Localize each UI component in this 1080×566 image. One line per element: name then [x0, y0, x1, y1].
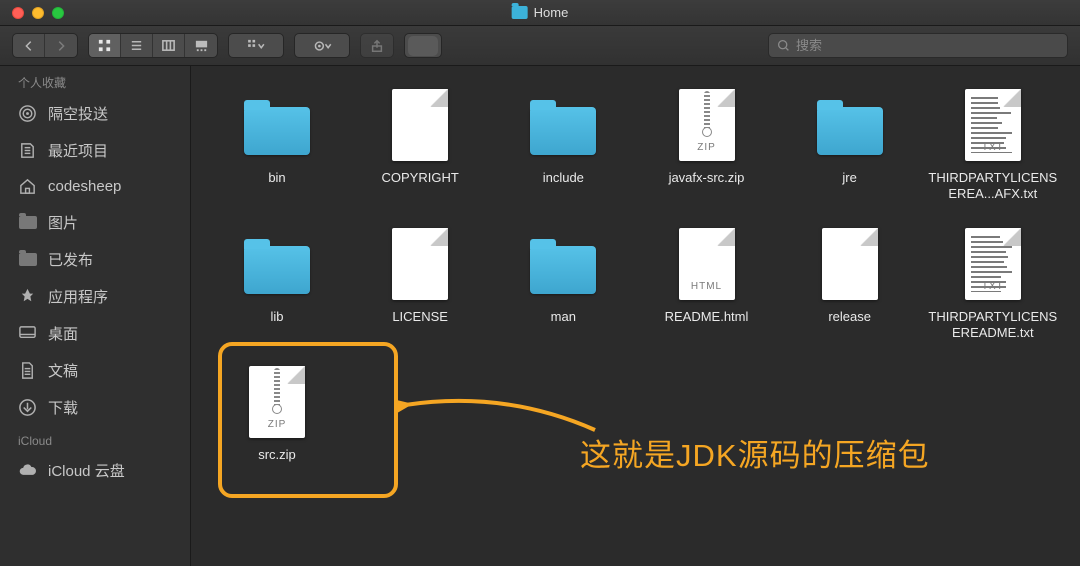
view-list-button[interactable] [121, 34, 153, 57]
downloads-icon [18, 398, 37, 417]
file-label: README.html [665, 309, 749, 325]
file-icon: TXT [956, 227, 1030, 301]
file-label: jre [842, 170, 856, 186]
search-icon [777, 39, 790, 52]
window-controls [12, 7, 64, 19]
apps-icon [18, 287, 37, 306]
toolbar [0, 26, 1080, 66]
file-icon: ZIP [670, 88, 744, 162]
window-title-text: Home [534, 5, 569, 20]
file-item[interactable]: HTML README.html [639, 227, 775, 342]
sidebar-item-label: iCloud 云盘 [48, 460, 125, 481]
view-icons-button[interactable] [89, 34, 121, 57]
file-icon [240, 227, 314, 301]
annotation-highlight-box [218, 342, 398, 498]
view-columns-button[interactable] [153, 34, 185, 57]
sidebar-item-published[interactable]: 已发布 [0, 241, 190, 278]
home-folder-icon [512, 6, 528, 19]
file-icon: HTML [670, 227, 744, 301]
search-field[interactable] [768, 33, 1068, 58]
sidebar-item-downloads[interactable]: 下载 [0, 389, 190, 426]
file-icon [383, 227, 457, 301]
tag-shape-icon [408, 36, 438, 56]
file-label: include [543, 170, 584, 186]
file-label: man [551, 309, 576, 325]
file-icon [240, 88, 314, 162]
search-input[interactable] [796, 38, 1059, 53]
annotation-arrow-icon [395, 380, 605, 450]
sidebar-item-pictures[interactable]: 图片 [0, 204, 190, 241]
minimize-window-button[interactable] [32, 7, 44, 19]
file-label: COPYRIGHT [382, 170, 459, 186]
file-label: lib [270, 309, 283, 325]
file-label: LICENSE [392, 309, 448, 325]
file-item[interactable]: ZIP javafx-src.zip [639, 88, 775, 203]
file-item[interactable]: LICENSE [352, 227, 488, 342]
annotation-text: 这就是JDK源码的压缩包 [580, 430, 930, 475]
forward-button[interactable] [45, 34, 77, 57]
sidebar-item-recents[interactable]: 最近项目 [0, 132, 190, 169]
group-sort-dropdown[interactable] [228, 33, 284, 58]
view-mode-group [88, 33, 218, 58]
file-label: bin [268, 170, 285, 186]
sidebar-item-label: 桌面 [48, 323, 78, 344]
nav-back-forward [12, 33, 78, 58]
file-icon [526, 88, 600, 162]
file-item[interactable]: bin [209, 88, 345, 203]
file-icon [813, 227, 887, 301]
file-label: release [828, 309, 871, 325]
file-icon: TXT [956, 88, 1030, 162]
sidebar-item-desktop[interactable]: 桌面 [0, 315, 190, 352]
file-icon [526, 227, 600, 301]
back-button[interactable] [13, 34, 45, 57]
share-button[interactable] [360, 33, 394, 58]
file-item[interactable]: TXT THIRDPARTYLICENSEREADME.txt [925, 227, 1061, 342]
sidebar-item-label: 已发布 [48, 249, 93, 270]
fullscreen-window-button[interactable] [52, 7, 64, 19]
airdrop-icon [18, 104, 37, 123]
sidebar-item-label: 图片 [48, 212, 78, 233]
sidebar-item-label: 最近项目 [48, 140, 108, 161]
sidebar-item-home[interactable]: codesheep [0, 169, 190, 204]
sidebar-item-label: codesheep [48, 178, 121, 195]
sidebar-item-label: 隔空投送 [48, 103, 108, 124]
home-icon [18, 177, 37, 196]
file-item[interactable]: TXT THIRDPARTYLICENSEREA...AFX.txt [925, 88, 1061, 203]
file-item[interactable]: COPYRIGHT [352, 88, 488, 203]
documents-icon [18, 361, 37, 380]
file-item[interactable]: include [495, 88, 631, 203]
main-body: 个人收藏 隔空投送 最近项目 codesheep 图片 已发布 应用程序 桌面 [0, 66, 1080, 566]
recents-icon [18, 141, 37, 160]
file-icon [383, 88, 457, 162]
sidebar: 个人收藏 隔空投送 最近项目 codesheep 图片 已发布 应用程序 桌面 [0, 66, 191, 566]
action-menu-dropdown[interactable] [294, 33, 350, 58]
file-item[interactable]: jre [782, 88, 918, 203]
desktop-icon [18, 324, 37, 343]
folder-icon [18, 250, 37, 269]
file-item[interactable]: lib [209, 227, 345, 342]
sidebar-item-icloud-drive[interactable]: iCloud 云盘 [0, 452, 190, 489]
sidebar-section-favorites: 个人收藏 [0, 66, 190, 95]
cloud-icon [18, 461, 37, 480]
sidebar-item-label: 应用程序 [48, 286, 108, 307]
view-gallery-button[interactable] [185, 34, 217, 57]
file-label: THIRDPARTYLICENSEREA...AFX.txt [928, 170, 1058, 203]
file-label: THIRDPARTYLICENSEREADME.txt [928, 309, 1058, 342]
sidebar-item-applications[interactable]: 应用程序 [0, 278, 190, 315]
sidebar-item-label: 文稿 [48, 360, 78, 381]
sidebar-item-airdrop[interactable]: 隔空投送 [0, 95, 190, 132]
file-item[interactable]: release [782, 227, 918, 342]
title-bar: Home [0, 0, 1080, 26]
window-title: Home [512, 5, 569, 20]
file-item[interactable]: man [495, 227, 631, 342]
tags-button[interactable] [404, 33, 442, 58]
file-icon [813, 88, 887, 162]
file-label: javafx-src.zip [669, 170, 745, 186]
sidebar-item-label: 下载 [48, 397, 78, 418]
sidebar-item-documents[interactable]: 文稿 [0, 352, 190, 389]
close-window-button[interactable] [12, 7, 24, 19]
sidebar-section-icloud: iCloud [0, 426, 190, 452]
folder-icon [18, 213, 37, 232]
